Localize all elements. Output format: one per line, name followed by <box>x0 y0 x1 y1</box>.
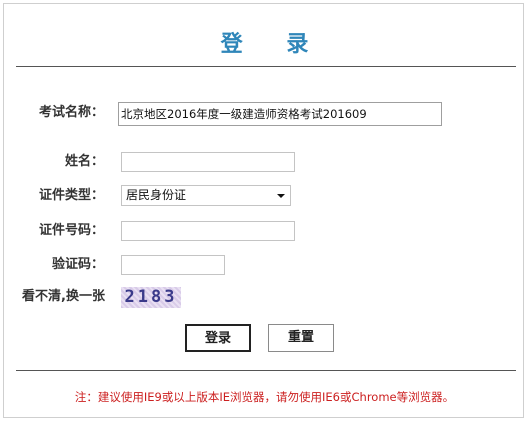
id-number-label: 证件号码： <box>38 223 104 238</box>
refresh-captcha-link[interactable]: 看不清,换一张 <box>22 287 105 307</box>
id-type-select[interactable]: 居民身份证 <box>121 185 291 206</box>
chevron-down-icon <box>277 194 285 198</box>
id-number-input[interactable] <box>121 221 295 241</box>
id-type-label: 证件类型： <box>38 188 104 203</box>
browser-note: 注：建议使用IE9或以上版本IE浏览器，请勿使用IE6或Chrome等浏览器。 <box>74 390 455 404</box>
name-input[interactable] <box>121 152 295 172</box>
verify-code-input[interactable] <box>121 255 225 275</box>
id-type-selected-value: 居民身份证 <box>126 188 187 202</box>
name-label: 姓名： <box>64 154 104 169</box>
top-divider <box>16 66 516 67</box>
login-button[interactable]: 登录 <box>185 324 251 352</box>
verify-code-label: 验证码： <box>51 257 104 272</box>
bottom-divider <box>16 370 516 371</box>
exam-name-label: 考试名称： <box>38 105 104 120</box>
page-title: 登 录 <box>220 32 327 57</box>
exam-name-field[interactable]: 北京地区2016年度一级建造师资格考试201609 <box>118 102 442 126</box>
reset-button[interactable]: 重置 <box>268 324 334 352</box>
captcha-image[interactable]: 2183 <box>121 287 181 308</box>
